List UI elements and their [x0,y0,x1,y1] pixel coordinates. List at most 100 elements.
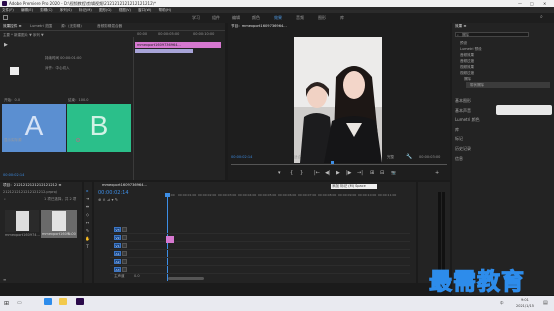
ec-clip-bar[interactable]: mmexport1609736964... [135,42,221,48]
menu-sequence[interactable]: 序列(S) [60,8,72,12]
menu-edit[interactable]: 编辑(E) [21,8,33,12]
project-search-icon[interactable]: ⌕ [4,197,6,201]
mark-in-button[interactable]: { [290,170,293,176]
alignment-row[interactable]: 对齐：中心切入 [45,66,70,71]
track-target-a2[interactable]: A2 [114,259,121,264]
tab-program-monitor[interactable]: 节目：mmexport1609736964... [231,24,287,29]
notification-icon[interactable]: ▤ [543,300,548,306]
ripple-edit-tool-icon[interactable]: ⇹ [85,204,90,209]
premiere-icon[interactable] [76,298,84,305]
windows-start-icon[interactable]: ⊞ [4,300,9,307]
section-history[interactable]: 历史记录 [455,146,471,152]
workspace-graphics[interactable]: 图形 [318,15,326,21]
effects-search-field[interactable]: ⌕ 擦除 [455,32,529,37]
go-to-out-button[interactable]: →| [357,170,363,176]
track-target-a3[interactable]: A3 [114,267,121,272]
tab-audio-clip-mixer[interactable]: 音频剪辑混合器 [97,24,122,29]
play-button[interactable]: ▶ [336,170,340,176]
section-essential-sound[interactable]: 基本声音 [455,108,471,114]
hand-tool-icon[interactable]: ✋ [85,236,90,241]
step-forward-button[interactable]: |▶ [346,170,352,176]
project-thumb-1[interactable] [5,210,39,232]
track-target-a1[interactable]: A1 [114,251,121,256]
tab-effect-controls[interactable]: 效果控件 ≡ [3,24,22,29]
section-info[interactable]: 信息 [455,156,463,162]
track-lock-icon[interactable] [122,227,127,232]
tree-band-wipe-row[interactable]: 带状擦除 [466,82,550,88]
taskview-icon[interactable]: ▭ [17,300,22,306]
slip-tool-icon[interactable]: ↔ [85,220,90,225]
track-lock-icon[interactable] [122,235,127,240]
settings-icon[interactable]: 🔧 [406,154,412,160]
tree-video-transitions[interactable]: 视频过渡 [460,71,474,76]
track-target-v3[interactable]: V3 [114,227,121,232]
workspace-learn[interactable]: 学习 [192,15,200,21]
reverse-checkbox[interactable] [76,138,80,142]
tree-presets[interactable]: 预设 [460,41,467,46]
track-mute-icon[interactable] [122,259,127,264]
workspace-assembly[interactable]: 组件 [212,15,220,21]
tab-lumetri-scopes[interactable]: Lumetri 范围 [30,24,52,29]
workspace-libraries[interactable]: 库 [340,15,344,21]
search-icon[interactable]: ⌕ [540,14,543,20]
step-back-button[interactable]: ◀| [325,170,331,176]
list-view-icon[interactable]: ≡ [3,277,6,282]
track-mute-icon[interactable] [122,251,127,256]
workspace-audio[interactable]: 音频 [296,15,304,21]
menu-marker[interactable]: 标记(M) [79,8,92,12]
edge-icon[interactable] [44,298,52,305]
selection-tool-icon[interactable]: ▸ [85,188,90,193]
project-thumb-2[interactable]: mmexport1609... 5:00 [41,210,77,238]
extract-button[interactable]: ⊟ [380,170,384,176]
timeline-clip[interactable] [166,236,174,243]
track-target-v1[interactable]: V1 [114,243,121,248]
close-button[interactable]: ✕ [543,1,546,6]
timeline-playhead-head[interactable] [165,193,170,197]
taskbar-time[interactable]: 9:01 [521,298,529,302]
taskbar-date[interactable]: 2021/1/15 [516,304,534,308]
section-markers[interactable]: 标记 [455,136,463,142]
menu-view[interactable]: 视图(V) [119,8,131,12]
track-lock-icon[interactable] [122,243,127,248]
home-icon[interactable] [3,15,8,20]
timeline-ruler[interactable]: 00:00 00:00:01:00 00:00:02:00 00:00:03:0… [164,193,412,200]
section-lumetri-color[interactable]: Lumetri 颜色 [455,117,480,123]
tab-project[interactable]: 项目：2121212121212121212 ≡ [3,183,61,188]
lift-button[interactable]: ⊞ [370,170,374,176]
tab-timeline[interactable]: mmexport1609736964... [102,183,147,187]
camera-icon[interactable]: 📷 [391,170,396,175]
timeline-tools[interactable]: ⊕ ∩ ⊿ ▾ ✎ [98,197,118,202]
track-target-v2[interactable]: V2 [114,235,121,240]
duration-row[interactable]: 持续时间 00:00:01:00 [45,56,81,61]
tree-audio-transitions[interactable]: 音频过渡 [460,59,474,64]
program-timecode-left[interactable]: 00:00:02:14 [231,155,252,159]
workspace-color[interactable]: 颜色 [252,15,260,21]
section-essential-graphics[interactable]: 基本图形 [455,98,471,104]
tree-audio-effects[interactable]: 音频效果 [460,53,474,58]
maximize-button[interactable]: □ [530,1,534,6]
workspace-editing[interactable]: 编辑 [232,15,240,21]
menu-help[interactable]: 帮助(H) [159,8,171,12]
tab-effects[interactable]: 效果 ≡ [455,24,466,29]
section-libraries[interactable]: 库 [455,127,459,133]
tab-source[interactable]: 源：(无剪辑) [61,24,82,29]
ec-transition-bar[interactable] [135,49,193,53]
go-to-in-button[interactable]: |← [314,170,320,176]
type-tool-icon[interactable]: T [85,244,90,249]
menu-window[interactable]: 窗口(W) [138,8,151,12]
ec-timecode[interactable]: 00:00:02:14 [3,173,24,177]
menu-file[interactable]: 文件(F) [2,8,14,12]
taskbar-lang[interactable]: 中 [500,301,504,306]
timeline-zoom-scrollbar[interactable] [168,277,204,280]
button-editor-button[interactable]: + [435,170,439,176]
track-mute-icon[interactable] [122,267,127,272]
marker-button[interactable]: ▾ [278,170,281,176]
playhead-bar[interactable] [231,164,447,165]
track-select-tool-icon[interactable]: ⇥ [85,196,90,201]
explorer-icon[interactable] [59,298,67,305]
play-transition-icon[interactable]: ▶ [4,42,8,48]
tree-lumetri-presets[interactable]: Lumetri 预设 [460,47,482,52]
timeline-timecode[interactable]: 00:00:02:14 [98,190,129,196]
menu-graphics[interactable]: 图形(G) [99,8,111,12]
show-actual-sources[interactable]: 显示实际源 [4,138,22,143]
